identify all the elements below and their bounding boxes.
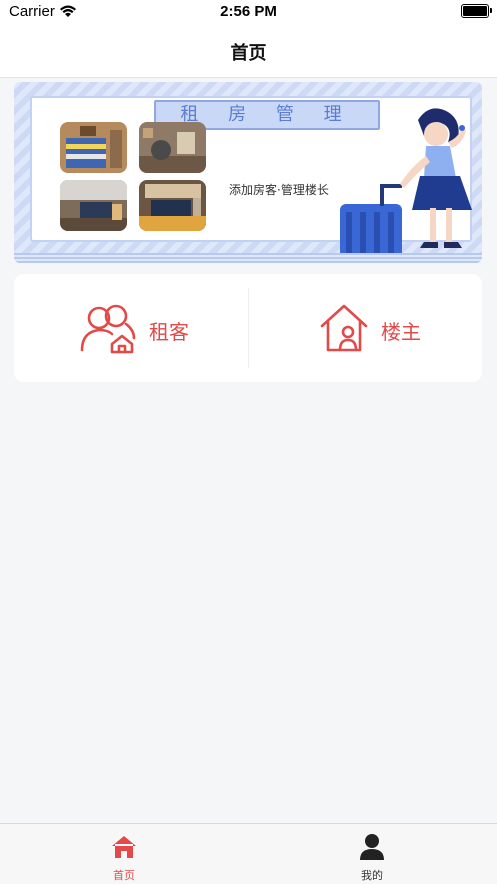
room-photo [139, 122, 206, 173]
tab-mine-label: 我的 [361, 869, 383, 882]
person-icon [359, 833, 385, 865]
landlord-label: 楼主 [381, 320, 421, 344]
home-icon [111, 834, 137, 864]
landlord-button[interactable]: 楼主 [248, 274, 482, 382]
rental-banner[interactable]: 租 房 管 理 添加房客·管理楼长 [14, 82, 482, 263]
tenants-button[interactable]: 租客 [14, 274, 248, 382]
page-title: 首页 [230, 43, 267, 64]
nav-bar: 首页 [0, 26, 497, 78]
tenants-icon [78, 302, 142, 358]
girl-with-suitcase-illustration [334, 102, 482, 263]
tab-bar: 首页 我的 [0, 823, 497, 884]
banner-heading: 租 房 管 理 [180, 104, 354, 125]
landlord-house-icon [318, 302, 370, 358]
battery-icon [461, 4, 492, 18]
banner-tagline: 添加房客·管理楼长 [229, 183, 329, 197]
tab-home-label: 首页 [113, 869, 135, 882]
tab-mine[interactable]: 我的 [248, 824, 496, 884]
action-card: 租客 楼主 [14, 274, 482, 382]
clock: 2:56 PM [220, 3, 277, 20]
tab-home[interactable]: 首页 [0, 824, 248, 884]
room-photo [60, 180, 127, 231]
room-photo [60, 122, 127, 173]
status-bar: Carrier 2:56 PM [0, 0, 497, 26]
banner-stripes [14, 253, 482, 263]
room-photo [139, 180, 206, 231]
tenants-label: 租客 [149, 320, 189, 344]
